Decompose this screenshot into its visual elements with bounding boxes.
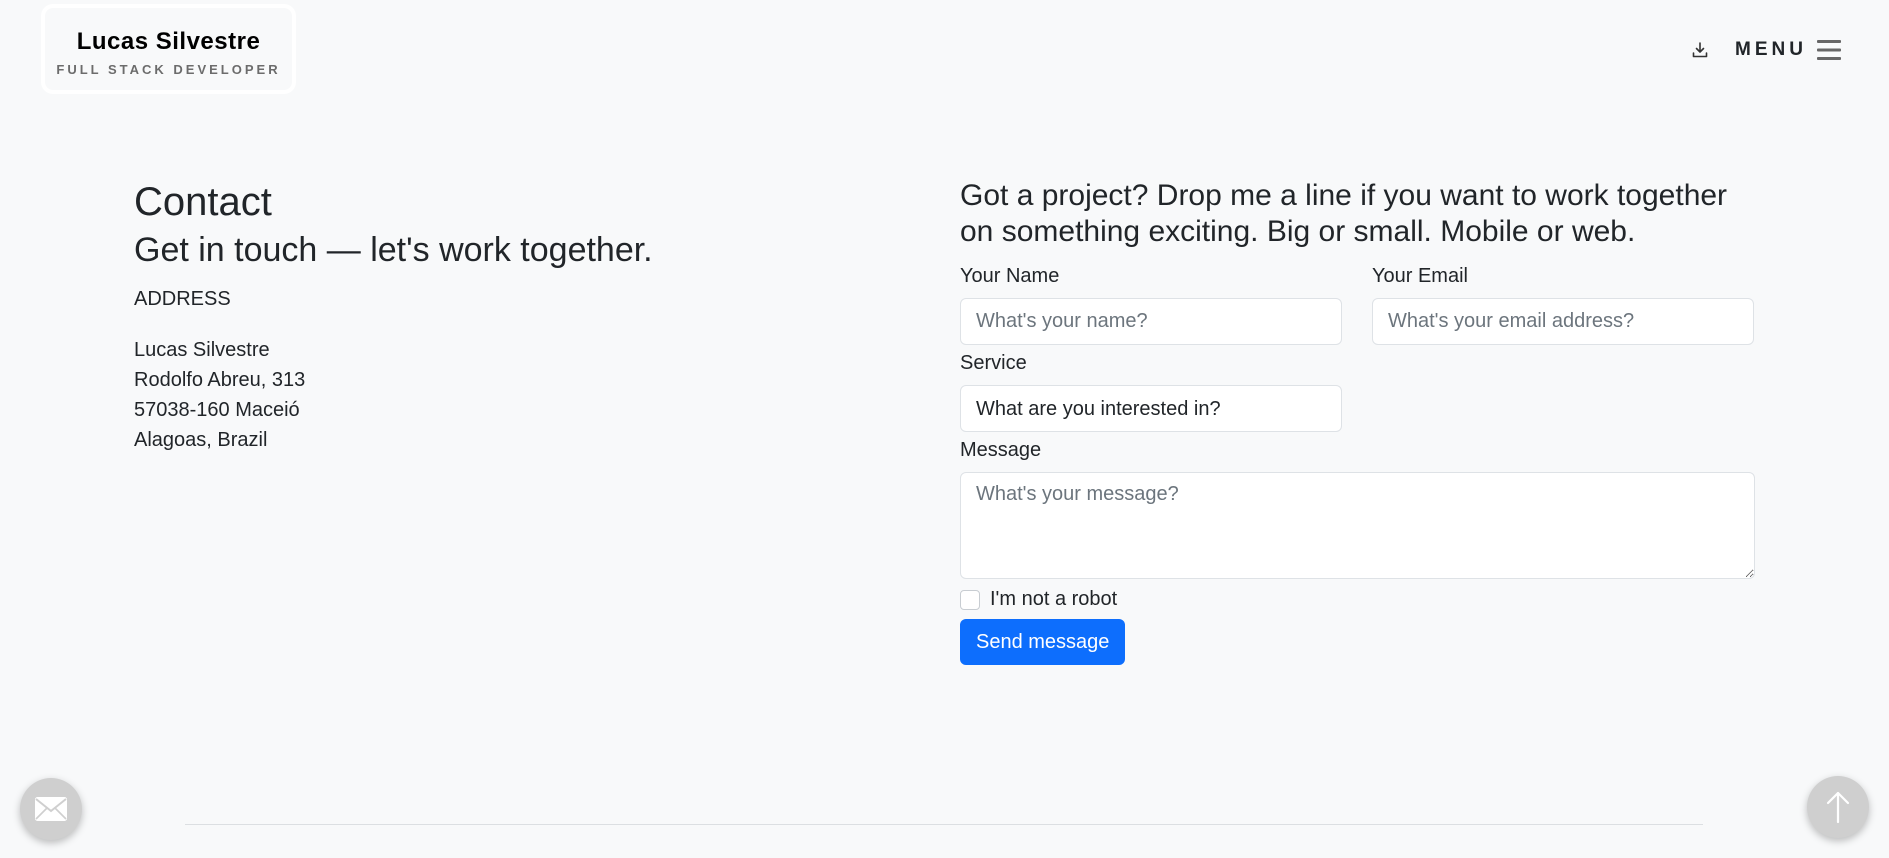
address-line: Rodolfo Abreu, 313 <box>134 368 306 391</box>
page-subtitle: Get in touch — let's work together. <box>134 231 653 269</box>
download-button[interactable] <box>1689 39 1711 61</box>
contact-form: Got a project? Drop me a line if you wan… <box>960 178 1755 665</box>
mail-icon <box>35 797 67 821</box>
robot-checkbox[interactable] <box>960 589 980 610</box>
top-nav: MENU <box>1689 36 1841 64</box>
message-label: Message <box>960 439 1042 461</box>
message-textarea[interactable] <box>960 472 1755 579</box>
menu-button[interactable]: MENU <box>1735 38 1841 62</box>
address-heading: ADDRESS <box>134 287 231 310</box>
email-label: Your Email <box>1372 265 1468 287</box>
service-label: Service <box>960 352 1027 374</box>
send-message-button[interactable]: Send message <box>960 619 1126 665</box>
email-input[interactable] <box>1372 298 1754 345</box>
address-line: Lucas Silvestre <box>134 338 270 361</box>
logo-role: FULL STACK DEVELOPER <box>56 62 281 77</box>
form-pitch: Got a project? Drop me a line if you wan… <box>960 179 1728 248</box>
footer-divider <box>185 824 1703 825</box>
download-icon <box>1692 42 1708 58</box>
back-to-top-button[interactable] <box>1807 776 1869 838</box>
contact-info: Contact Get in touch — let's work togeth… <box>134 178 874 455</box>
robot-label: I'm not a robot <box>990 588 1118 610</box>
name-input[interactable] <box>960 298 1342 345</box>
address-line: 57038-160 Maceió <box>134 398 300 421</box>
site-logo[interactable]: Lucas Silvestre FULL STACK DEVELOPER <box>41 4 296 94</box>
logo-name: Lucas Silvestre <box>76 28 261 55</box>
menu-label: MENU <box>1735 39 1807 60</box>
address-line: Alagoas, Brazil <box>134 428 268 451</box>
hamburger-icon <box>1817 38 1841 62</box>
arrow-up-icon <box>1826 791 1850 824</box>
mail-button[interactable] <box>20 778 82 840</box>
page-title: Contact <box>134 180 272 224</box>
name-label: Your Name <box>960 265 1060 287</box>
service-select[interactable]: What are you interested in? <box>960 385 1342 432</box>
address-block: Lucas Silvestre Rodolfo Abreu, 313 57038… <box>134 335 874 455</box>
